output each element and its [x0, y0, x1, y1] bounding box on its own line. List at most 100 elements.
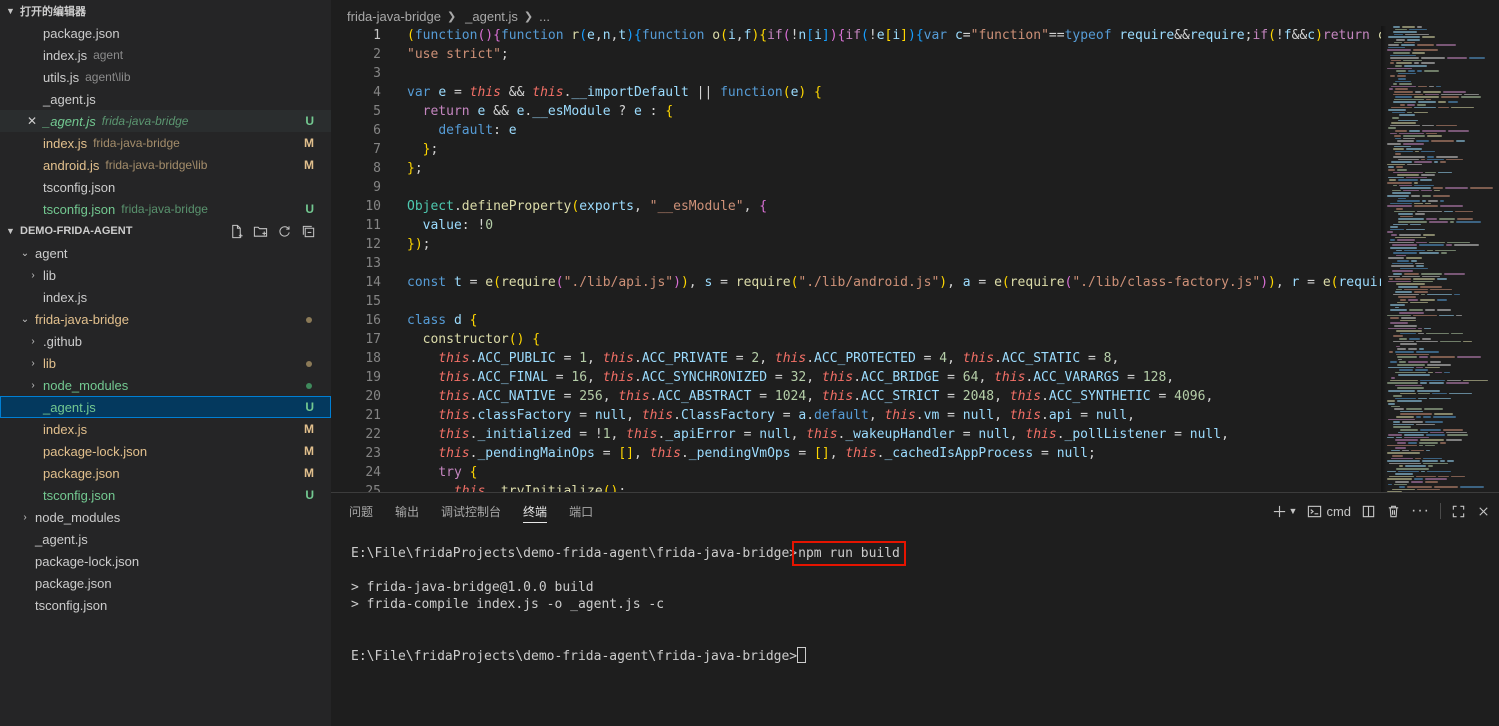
panel-tab[interactable]: 终端 — [523, 493, 548, 529]
split-terminal-icon[interactable] — [1361, 501, 1376, 521]
minimap-line — [1400, 187, 1431, 189]
minimap-line — [1434, 486, 1458, 488]
explorer-item-name: _agent.js — [35, 531, 88, 547]
open-editors-header[interactable]: ▼ 打开的编辑器 — [0, 0, 331, 22]
explorer-folder[interactable]: ⌄ agent — [0, 242, 331, 264]
minimap[interactable] — [1381, 26, 1499, 492]
minimap-line — [1434, 161, 1438, 163]
explorer-folder[interactable]: › .github — [0, 330, 331, 352]
line-number: 13 — [365, 256, 381, 271]
explorer-item-name: package-lock.json — [35, 553, 140, 569]
minimap-line — [1438, 101, 1446, 103]
minimap-line — [1394, 135, 1401, 137]
new-folder-icon[interactable] — [251, 222, 269, 240]
open-editor-item[interactable]: utils.js agent\lib — [0, 66, 331, 88]
code-editor[interactable]: 1 (function(){function r(e,n,t){function … — [331, 26, 1393, 492]
close-icon[interactable]: ✕ — [27, 114, 37, 128]
line-number: 23 — [365, 446, 381, 461]
open-editors-list: package.json index.js agent utils.js agent\l… — [0, 22, 331, 220]
minimap-line — [1395, 153, 1401, 155]
explorer-file[interactable]: package-lock.json — [0, 550, 331, 572]
open-editor-item[interactable]: android.js frida-java-bridge\lib M — [0, 154, 331, 176]
minimap-line — [1395, 473, 1413, 475]
chevron-down-icon[interactable]: ▼ — [1289, 501, 1298, 521]
explorer-file[interactable]: _agent.js U — [0, 396, 331, 418]
trash-icon[interactable] — [1386, 501, 1401, 521]
breadcrumb-file[interactable]: _agent.js — [465, 9, 518, 24]
minimap-line — [1435, 371, 1442, 374]
shell-label[interactable]: cmd — [1326, 501, 1351, 521]
minimap-line — [1423, 234, 1435, 236]
more-actions-icon[interactable]: ··· — [1411, 501, 1430, 521]
minimap-line — [1395, 28, 1407, 31]
close-panel-icon[interactable] — [1476, 501, 1491, 521]
panel-tab[interactable]: 问题 — [349, 493, 373, 529]
minimap-line — [1410, 223, 1421, 226]
minimap-line — [1388, 483, 1392, 486]
explorer-file[interactable]: _agent.js — [0, 528, 331, 550]
open-editor-name: index.js — [43, 135, 88, 151]
panel-tab[interactable]: 输出 — [395, 493, 419, 529]
minimap-line — [1399, 234, 1421, 236]
minimap-line — [1419, 444, 1423, 447]
minimap-line — [1403, 135, 1425, 137]
minimap-line — [1390, 228, 1404, 231]
minimap-line — [1444, 210, 1453, 213]
explorer-folder[interactable]: ⌄ frida-java-bridge — [0, 308, 331, 330]
explorer-file[interactable]: package.json — [0, 572, 331, 594]
open-editor-item[interactable]: _agent.js — [0, 88, 331, 110]
minimap-line — [1391, 234, 1397, 236]
minimap-line — [1391, 106, 1412, 109]
minimap-line — [1390, 124, 1420, 127]
minimap-line — [1398, 78, 1406, 80]
minimap-line — [1437, 278, 1447, 280]
new-terminal-icon[interactable] — [1272, 501, 1287, 521]
minimap-line — [1397, 400, 1422, 402]
minimap-line — [1388, 46, 1405, 49]
minimap-line — [1400, 267, 1428, 270]
minimap-line — [1390, 75, 1395, 77]
explorer-folder[interactable]: › node_modules — [0, 506, 331, 528]
terminal-output[interactable]: E:\File\fridaProjects\demo-frida-agent\f… — [351, 541, 906, 664]
open-editor-item[interactable]: ✕ _agent.js frida-java-bridge U — [0, 110, 331, 132]
explorer-item-name: index.js — [43, 289, 88, 305]
refresh-icon[interactable] — [275, 222, 293, 240]
minimap-line — [1406, 176, 1427, 179]
minimap-line — [1395, 439, 1418, 441]
minimap-line — [1421, 57, 1445, 59]
minimap-line — [1398, 221, 1427, 223]
maximize-panel-icon[interactable] — [1451, 501, 1466, 521]
open-editor-item[interactable]: tsconfig.json — [0, 176, 331, 198]
open-editor-item[interactable]: index.js frida-java-bridge M — [0, 132, 331, 154]
minimap-line — [1388, 166, 1394, 168]
minimap-line — [1423, 462, 1448, 465]
explorer-file[interactable]: index.js M — [0, 418, 331, 440]
open-editor-item[interactable]: tsconfig.json frida-java-bridge U — [0, 198, 331, 220]
open-editor-item[interactable]: index.js agent — [0, 44, 331, 66]
explorer-folder[interactable]: › lib — [0, 352, 331, 374]
minimap-line — [1405, 465, 1426, 467]
explorer-file[interactable]: package-lock.json M — [0, 440, 331, 462]
minimap-line — [1429, 382, 1444, 384]
new-file-icon[interactable] — [227, 222, 245, 240]
explorer-file[interactable]: index.js — [0, 286, 331, 308]
minimap-line — [1387, 444, 1417, 447]
minimap-line — [1433, 195, 1450, 197]
line-number: 6 — [373, 123, 381, 138]
panel-tab[interactable]: 端口 — [569, 493, 593, 529]
line-number: 20 — [365, 389, 381, 404]
explorer-folder[interactable]: › node_modules — [0, 374, 331, 396]
explorer-folder-header[interactable]: ▼ DEMO-FRIDA-AGENT — [0, 220, 331, 242]
explorer-folder[interactable]: › lib — [0, 264, 331, 286]
minimap-line — [1441, 96, 1459, 98]
minimap-line — [1417, 70, 1422, 72]
explorer-file[interactable]: package.json M — [0, 462, 331, 484]
breadcrumb-folder[interactable]: frida-java-bridge — [347, 9, 441, 24]
explorer-file[interactable]: tsconfig.json — [0, 594, 331, 616]
open-editor-item[interactable]: package.json — [0, 22, 331, 44]
breadcrumb-symbol[interactable]: ... — [539, 9, 550, 24]
minimap-line — [1390, 132, 1397, 135]
explorer-file[interactable]: tsconfig.json U — [0, 484, 331, 506]
collapse-all-icon[interactable] — [299, 222, 317, 240]
panel-tab[interactable]: 调试控制台 — [441, 493, 501, 529]
